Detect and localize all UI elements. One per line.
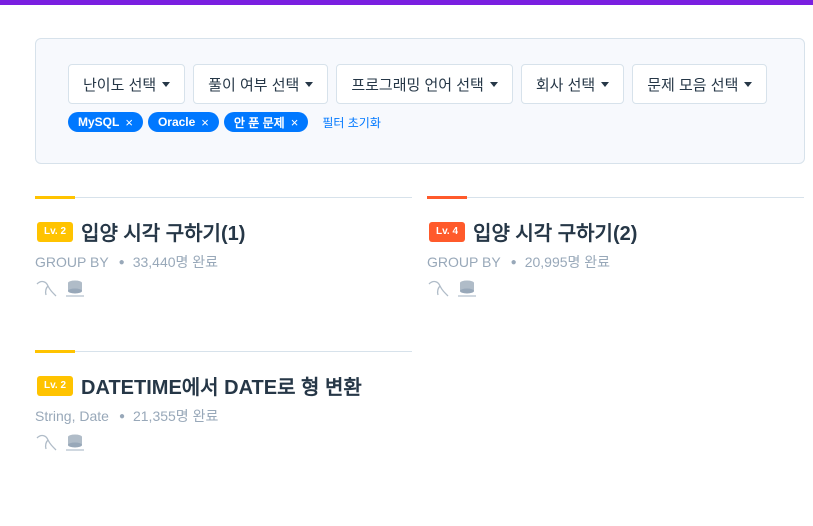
card-meta: String, Date ● 21,355명 완료	[35, 406, 218, 426]
caret-down-icon	[489, 81, 498, 87]
problem-card[interactable]: Lv. 2 입양 시각 구하기(1) GROUP BY ● 33,440명 완료	[35, 196, 412, 327]
company-dropdown[interactable]: 회사 선택	[520, 64, 625, 104]
reset-filters-link[interactable]: 필터 초기화	[322, 114, 381, 131]
filter-chip-unsolved[interactable]: 안 푼 문제 ×	[223, 112, 309, 132]
problem-card[interactable]: Lv. 4 입양 시각 구하기(2) GROUP BY ● 20,995명 완료	[427, 196, 804, 327]
language-icons	[427, 279, 479, 299]
card-meta: GROUP BY ● 33,440명 완료	[35, 252, 218, 272]
completed-count: 21,355명 완료	[132, 408, 219, 424]
caret-down-icon	[601, 81, 610, 87]
dropdown-label: 난이도 선택	[83, 76, 157, 94]
problem-category: GROUP BY	[427, 254, 501, 270]
mysql-icon	[35, 433, 59, 453]
problem-card[interactable]: Lv. 2 DATETIME에서 DATE로 형 변환 String, Date…	[35, 350, 412, 481]
close-icon[interactable]: ×	[201, 116, 209, 129]
problem-title[interactable]: DATETIME에서 DATE로 형 변환	[81, 371, 362, 400]
card-divider	[35, 197, 412, 198]
dropdown-label: 회사 선택	[535, 76, 596, 94]
card-title-row: Lv. 2 DATETIME에서 DATE로 형 변환	[37, 371, 362, 400]
solved-status-dropdown[interactable]: 풀이 여부 선택	[193, 64, 329, 104]
caret-down-icon	[305, 81, 314, 87]
difficulty-dropdown[interactable]: 난이도 선택	[68, 64, 186, 104]
chip-label: 안 푼 문제	[233, 115, 285, 130]
card-level-accent	[427, 196, 467, 199]
level-badge: Lv. 2	[37, 221, 74, 242]
level-badge: Lv. 2	[37, 375, 74, 396]
card-meta: GROUP BY ● 20,995명 완료	[427, 252, 610, 272]
card-title-row: Lv. 2 입양 시각 구하기(1)	[37, 217, 245, 246]
close-icon[interactable]: ×	[291, 116, 299, 129]
chip-label: MySQL	[78, 115, 120, 129]
problem-category: GROUP BY	[35, 254, 109, 270]
problem-title[interactable]: 입양 시각 구하기(1)	[81, 217, 245, 246]
completed-count: 20,995명 완료	[524, 254, 611, 270]
separator-dot: ●	[510, 256, 517, 268]
problem-set-dropdown[interactable]: 문제 모음 선택	[632, 64, 768, 104]
filter-chip-mysql[interactable]: MySQL ×	[68, 112, 143, 132]
dropdown-label: 풀이 여부 선택	[208, 76, 300, 94]
oracle-icon	[63, 433, 87, 453]
language-dropdown[interactable]: 프로그래밍 언어 선택	[336, 64, 513, 104]
filter-dropdowns: 난이도 선택 풀이 여부 선택 프로그래밍 언어 선택 회사 선택 문제 모음 …	[68, 64, 768, 104]
caret-down-icon	[162, 81, 171, 87]
mysql-icon	[427, 279, 451, 299]
caret-down-icon	[744, 81, 753, 87]
card-divider	[427, 197, 804, 198]
dropdown-label: 프로그래밍 언어 선택	[351, 76, 484, 94]
chip-label: Oracle	[157, 115, 196, 129]
filter-panel: 난이도 선택 풀이 여부 선택 프로그래밍 언어 선택 회사 선택 문제 모음 …	[35, 38, 805, 164]
language-icons	[35, 279, 87, 299]
problem-category: String, Date	[35, 408, 109, 424]
separator-dot: ●	[118, 410, 125, 422]
problem-title[interactable]: 입양 시각 구하기(2)	[473, 217, 637, 246]
card-level-accent	[35, 350, 75, 353]
close-icon[interactable]: ×	[125, 116, 133, 129]
active-filter-chips: MySQL × Oracle × 안 푼 문제 × 필터 초기화	[68, 112, 381, 132]
dropdown-label: 문제 모음 선택	[647, 76, 739, 94]
card-divider	[35, 351, 412, 352]
separator-dot: ●	[118, 256, 125, 268]
card-title-row: Lv. 4 입양 시각 구하기(2)	[429, 217, 637, 246]
oracle-icon	[63, 279, 87, 299]
completed-count: 33,440명 완료	[132, 254, 219, 270]
language-icons	[35, 433, 87, 453]
level-badge: Lv. 4	[429, 221, 466, 242]
top-accent-bar	[0, 0, 813, 5]
mysql-icon	[35, 279, 59, 299]
oracle-icon	[455, 279, 479, 299]
filter-chip-oracle[interactable]: Oracle ×	[147, 112, 219, 132]
card-level-accent	[35, 196, 75, 199]
